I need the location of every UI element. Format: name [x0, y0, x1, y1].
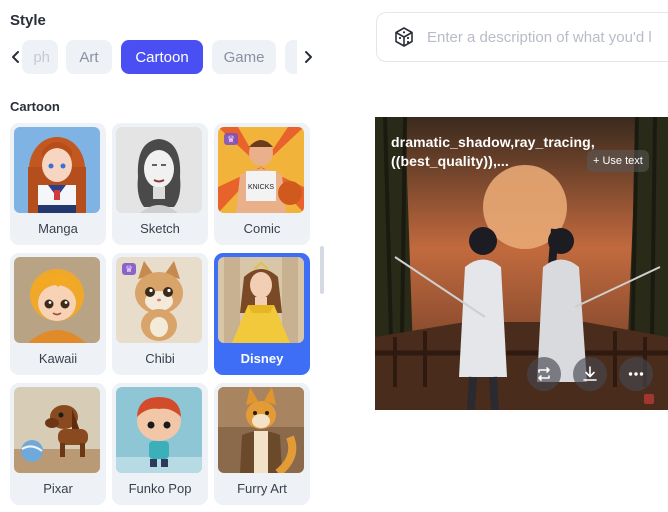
style-card-furry-art[interactable]: Furry Art [214, 383, 310, 505]
comic-thumbnail: KNICKS ♛ [218, 127, 304, 213]
style-card-sketch[interactable]: Sketch [112, 123, 208, 245]
dice-icon[interactable] [393, 26, 415, 48]
regenerate-button[interactable] [527, 357, 561, 391]
card-label: Funko Pop [128, 481, 192, 496]
style-card-pixar[interactable]: Pixar [10, 383, 106, 505]
svg-text:KNICKS: KNICKS [248, 184, 274, 191]
tab-game[interactable]: Game [212, 40, 276, 74]
chibi-thumbnail: ♛ [116, 257, 202, 343]
style-card-manga[interactable]: Manga [10, 123, 106, 245]
style-card-chibi[interactable]: ♛ Chibi [112, 253, 208, 375]
kawaii-thumbnail [14, 257, 100, 343]
download-button[interactable] [573, 357, 607, 391]
download-icon [583, 366, 597, 381]
style-card-comic[interactable]: KNICKS ♛ Comic [214, 123, 310, 245]
tab-photo[interactable]: ph [22, 40, 58, 74]
furry-art-thumbnail [218, 387, 304, 473]
tab-art[interactable]: Art [66, 40, 112, 74]
style-card-disney[interactable]: Disney [214, 253, 310, 375]
card-label: Furry Art [237, 481, 287, 496]
more-options-button[interactable] [619, 357, 653, 391]
sketch-thumbnail [116, 127, 202, 213]
card-label: Comic [243, 221, 281, 236]
prompt-placeholder: Enter a description of what you'd l [427, 28, 652, 46]
style-heading: Style [10, 12, 46, 29]
use-text-button[interactable]: + Use text [587, 150, 649, 172]
disney-thumbnail [218, 257, 304, 343]
image-prompt-text: dramatic_shadow,ray_tracing,((best_quali… [391, 134, 595, 169]
watermark-mark [644, 394, 654, 404]
style-card-kawaii[interactable]: Kawaii [10, 253, 106, 375]
card-label: Manga [38, 221, 78, 236]
card-label: Pixar [43, 481, 73, 496]
generated-image[interactable]: dramatic_shadow,ray_tracing,((best_quali… [375, 117, 668, 410]
pixar-thumbnail [14, 387, 100, 473]
card-label: Kawaii [38, 351, 78, 366]
repeat-icon [538, 367, 550, 381]
premium-crown-icon: ♛ [122, 263, 136, 275]
style-list-scrollbar[interactable] [320, 246, 324, 294]
funko-pop-thumbnail [116, 387, 202, 473]
card-label: Disney [240, 351, 284, 366]
manga-thumbnail [14, 127, 100, 213]
premium-crown-icon: ♛ [224, 133, 238, 145]
section-label: Cartoon [10, 99, 60, 114]
style-tabs: ph Art Cartoon Game [0, 40, 330, 74]
style-card-funko-pop[interactable]: Funko Pop [112, 383, 208, 505]
tab-cartoon[interactable]: Cartoon [121, 40, 203, 74]
more-horizontal-icon [628, 372, 644, 376]
prompt-input[interactable]: Enter a description of what you'd l [376, 12, 668, 62]
card-label: Chibi [145, 351, 175, 366]
chevron-right-icon[interactable] [298, 46, 318, 68]
tab-next-partial[interactable] [285, 40, 297, 74]
card-label: Sketch [140, 221, 180, 236]
